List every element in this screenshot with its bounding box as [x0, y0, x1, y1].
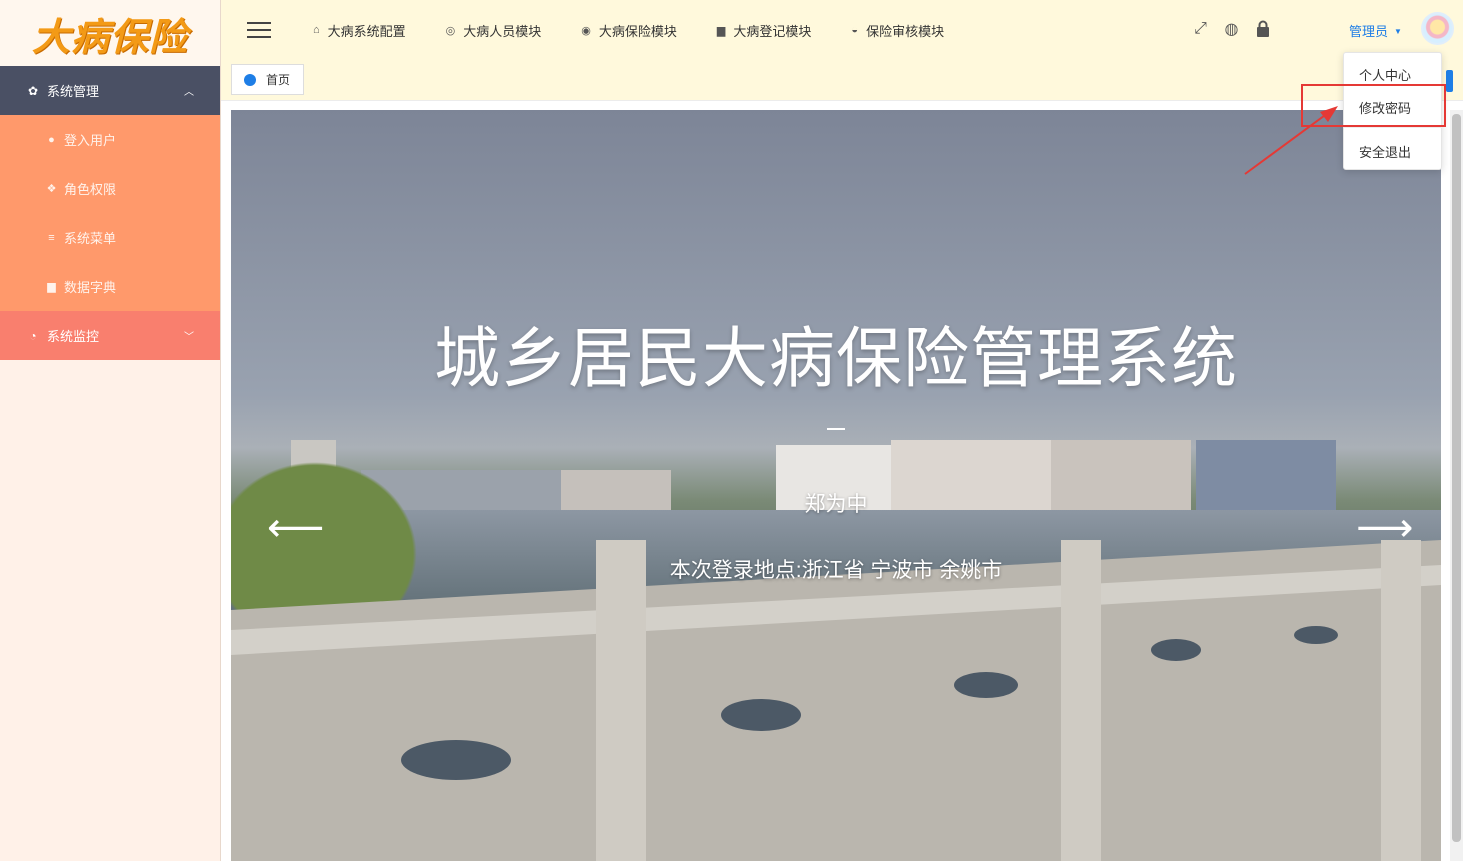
- sidebar-group-system-monitor[interactable]: ◔ 系统监控 ﹀: [0, 311, 220, 360]
- active-dot-icon: [244, 73, 256, 86]
- menu-divider: [1344, 127, 1443, 128]
- nav-item-label: 大病登记模块: [733, 23, 812, 39]
- user-icon: ●: [48, 133, 55, 146]
- logo-text: 大病保险: [31, 13, 188, 59]
- nav-item-personnel-module[interactable]: ◎ 大病人员模块: [446, 21, 542, 40]
- slide-subtitle: 郑为中: [804, 493, 868, 516]
- dashboard-icon: ◔: [29, 328, 37, 343]
- user-name: 管理员: [1349, 24, 1389, 39]
- sidebar-item-label: 数据字典: [64, 280, 117, 295]
- avatar[interactable]: [1421, 12, 1454, 45]
- tab-strip: 首页: [221, 60, 1463, 101]
- logo: 大病保险: [0, 0, 220, 66]
- doc-icon: ▆: [716, 24, 726, 37]
- slide-divider: [827, 428, 845, 430]
- sidebar-group-label: 系统管理: [47, 84, 100, 99]
- sidebar-item-label: 系统菜单: [64, 231, 117, 246]
- caret-down-icon: ▼: [1394, 27, 1402, 36]
- sidebar-item-login-users[interactable]: ● 登入用户: [0, 115, 220, 164]
- tab-home[interactable]: 首页: [231, 64, 304, 95]
- gear-icon: ✿: [27, 83, 39, 98]
- sidebar-group-system-management[interactable]: ✿ 系统管理 ︿: [0, 66, 220, 115]
- nav-item-registration-module[interactable]: ▆ 大病登记模块: [717, 21, 811, 40]
- circle-at-icon: ◉: [581, 24, 591, 37]
- chevron-down-icon: ﹀: [184, 332, 194, 343]
- stone-railing-image: [231, 540, 1441, 861]
- hamburger-menu-icon[interactable]: [247, 17, 271, 43]
- carousel-next-arrow-icon[interactable]: ⟶: [1356, 508, 1413, 548]
- tab-options-button[interactable]: [1446, 70, 1453, 92]
- top-navbar: ⌂ 大病系统配置 ◎ 大病人员模块 ◉ 大病保险模块 ▆ 大病登记模块 ◒ 保险…: [221, 0, 1463, 60]
- sidebar-item-label: 角色权限: [64, 182, 117, 197]
- fullscreen-icon[interactable]: ⤢: [1191, 19, 1210, 38]
- sidebar-item-role-permissions[interactable]: ❖ 角色权限: [0, 164, 220, 213]
- circle-gear-icon: ◎: [445, 24, 456, 37]
- nav-item-label: 保险审核模块: [866, 23, 945, 39]
- user-menu-toggle[interactable]: 管理员 ▼: [1349, 21, 1402, 40]
- login-location-text: 本次登录地点:浙江省 宁波市 余姚市: [669, 559, 1003, 582]
- list-icon: ≡: [48, 231, 55, 244]
- sidebar-submenu: ● 登入用户 ❖ 角色权限 ≡ 系统菜单 ▆ 数据字典: [0, 115, 220, 311]
- nav-item-label: 大病人员模块: [463, 23, 542, 39]
- nav-item-audit-module[interactable]: ◒ 保险审核模块: [851, 21, 944, 40]
- tab-label: 首页: [266, 73, 291, 87]
- sidebar: 大病保险 ✿ 系统管理 ︿ ● 登入用户 ❖ 角色权限 ≡ 系统菜单 ▆ 数据字…: [0, 0, 221, 861]
- annotation-arrow-icon: [1244, 106, 1338, 175]
- users-icon: ❖: [46, 183, 57, 195]
- carousel-prev-arrow-icon[interactable]: ⟵: [267, 508, 324, 548]
- vertical-scrollbar[interactable]: [1450, 110, 1463, 861]
- home-carousel: 城乡居民大病保险管理系统 郑为中 本次登录地点:浙江省 宁波市 余姚市 ⟵ ⟶: [231, 110, 1441, 861]
- scrollbar-thumb[interactable]: [1452, 114, 1461, 842]
- nav-item-label: 大病系统配置: [327, 23, 406, 39]
- sidebar-item-system-menu[interactable]: ≡ 系统菜单: [0, 213, 220, 262]
- menu-item-profile[interactable]: 个人中心: [1344, 65, 1443, 84]
- sidebar-item-data-dictionary[interactable]: ▆ 数据字典: [0, 262, 220, 311]
- circle-arrow-icon: ◒: [851, 24, 859, 36]
- toolbar-icons: ⤢ ◍: [1191, 19, 1272, 38]
- lock-icon[interactable]: [1253, 19, 1272, 38]
- sidebar-group-label: 系统监控: [47, 329, 100, 344]
- nav-item-label: 大病保险模块: [598, 23, 677, 39]
- home-icon: ⌂: [313, 24, 320, 36]
- nav-item-insurance-module[interactable]: ◉ 大病保险模块: [581, 21, 677, 40]
- globe-icon[interactable]: ◍: [1222, 19, 1241, 38]
- slide-title: 城乡居民大病保险管理系统: [434, 320, 1238, 397]
- book-icon: ▆: [47, 281, 56, 293]
- sidebar-item-label: 登入用户: [64, 133, 117, 148]
- nav-item-system-config[interactable]: ⌂ 大病系统配置: [313, 21, 406, 40]
- menu-item-logout[interactable]: 安全退出: [1344, 142, 1443, 161]
- chevron-up-icon: ︿: [184, 87, 194, 98]
